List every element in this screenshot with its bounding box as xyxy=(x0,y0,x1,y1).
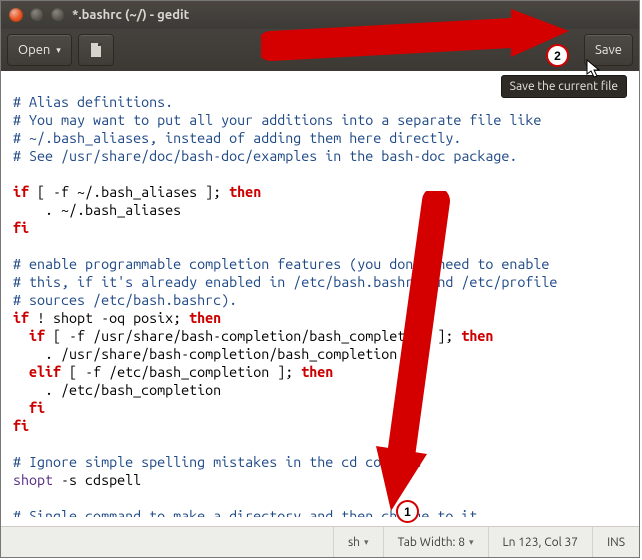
save-tooltip: Save the current file xyxy=(501,75,627,98)
kw-then: then xyxy=(189,310,221,326)
code-line: . ~/.bash_aliases xyxy=(13,202,181,218)
new-tab-button[interactable] xyxy=(78,34,114,66)
chevron-down-icon: ▾ xyxy=(56,45,61,56)
annotation-badge-1: 1 xyxy=(396,500,419,523)
kw-if: if xyxy=(13,328,45,344)
status-insert-mode[interactable]: INS xyxy=(592,527,639,557)
status-language[interactable]: sh▾ xyxy=(333,527,383,557)
code-comment: # ~/.bash_aliases, instead of adding the… xyxy=(13,130,461,146)
cmd-shopt: shopt xyxy=(13,472,53,488)
cursor-icon xyxy=(586,59,602,79)
code-line: . /usr/share/bash-completion/bash_comple… xyxy=(13,346,397,362)
code-line: . /etc/bash_completion xyxy=(13,382,221,398)
status-bar: sh▾ Tab Width: 8▾ Ln 123, Col 37 INS xyxy=(1,526,639,557)
kw-if: if xyxy=(13,310,29,326)
new-document-icon xyxy=(88,42,104,58)
kw-fi: fi xyxy=(13,418,29,434)
window-minimize-icon[interactable] xyxy=(30,8,44,22)
kw-fi: fi xyxy=(13,400,45,416)
kw-then: then xyxy=(229,184,261,200)
open-button[interactable]: Open ▾ xyxy=(7,34,72,66)
code-comment: # You may want to put all your additions… xyxy=(13,112,541,128)
kw-if: if xyxy=(13,184,29,200)
text-editor[interactable]: # Alias definitions. # You may want to p… xyxy=(1,71,639,517)
code-comment: # sources /etc/bash.bashrc). xyxy=(13,292,237,308)
window-maximize-icon[interactable] xyxy=(51,8,65,22)
status-cursor-position: Ln 123, Col 37 xyxy=(488,527,593,557)
kw-elif: elif xyxy=(13,364,61,380)
save-button-label: Save xyxy=(595,43,622,57)
annotation-arrow xyxy=(361,191,481,521)
window-close-icon[interactable] xyxy=(9,8,23,22)
open-button-label: Open xyxy=(18,43,50,57)
annotation-arrow xyxy=(261,1,581,81)
chevron-down-icon: ▾ xyxy=(469,537,474,548)
chevron-down-icon: ▾ xyxy=(364,537,369,548)
kw-then: then xyxy=(301,364,333,380)
status-tab-width[interactable]: Tab Width: 8▾ xyxy=(383,527,488,557)
code-comment: # See /usr/share/doc/bash-doc/examples i… xyxy=(13,148,517,164)
window-title: *.bashrc (~/) - gedit xyxy=(72,8,189,22)
code-comment: # Alias definitions. xyxy=(13,94,173,110)
kw-fi: fi xyxy=(13,220,29,236)
annotation-badge-2: 2 xyxy=(546,44,569,67)
